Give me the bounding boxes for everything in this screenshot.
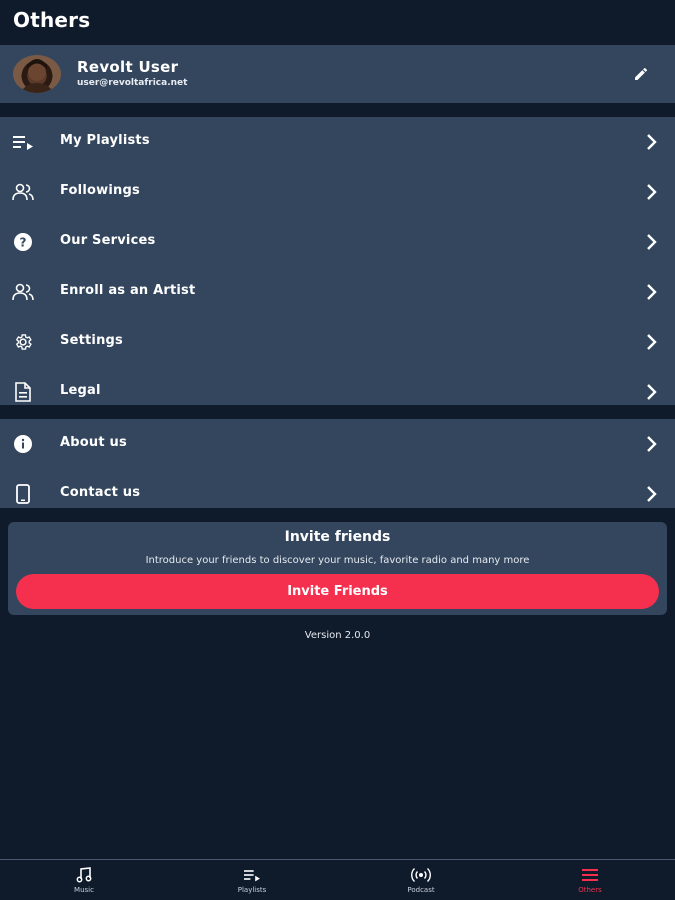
playlist-icon (12, 131, 34, 153)
menu-item-settings[interactable]: Settings (0, 317, 675, 367)
people-icon (12, 181, 34, 203)
chevron-right-icon (647, 284, 657, 300)
broadcast-icon (411, 866, 431, 884)
menu-item-my-playlists[interactable]: My Playlists (0, 117, 675, 167)
tab-podcast[interactable]: Podcast (381, 866, 461, 894)
avatar[interactable] (13, 55, 61, 93)
others-screen: Others Revolt User user@revoltafrica.net… (0, 0, 675, 900)
version-label: Version 2.0.0 (304, 630, 371, 641)
pencil-icon (635, 67, 648, 80)
people-icon (12, 281, 34, 303)
bottom-nav: Music Playlists Podcast Others (0, 859, 675, 900)
invite-description: Introduce your friends to discover your … (145, 555, 530, 566)
menu-item-enroll-artist[interactable]: Enroll as an Artist (0, 267, 675, 317)
chevron-right-icon (647, 436, 657, 452)
tab-label: Podcast (407, 886, 435, 894)
chevron-right-icon (647, 334, 657, 350)
tab-label: Playlists (237, 886, 267, 894)
invite-card: Invite friends Introduce your friends to… (8, 522, 667, 615)
svg-text:?: ? (20, 236, 27, 250)
menu-item-label: Followings (60, 183, 140, 198)
page-title: Others (13, 8, 91, 32)
tab-label: Others (578, 886, 602, 894)
chevron-right-icon (647, 486, 657, 502)
menu-item-our-services[interactable]: ? Our Services (0, 217, 675, 267)
menu-group-primary: My Playlists Followings ? Our Services E… (0, 117, 675, 405)
menu-item-legal[interactable]: Legal (0, 367, 675, 417)
menu-group-secondary: About us Contact us (0, 419, 675, 508)
tab-label: Music (74, 886, 94, 894)
music-note-icon (74, 866, 94, 884)
tab-playlists[interactable]: Playlists (212, 866, 292, 894)
menu-item-about-us[interactable]: About us (0, 419, 675, 469)
menu-item-followings[interactable]: Followings (0, 167, 675, 217)
menu-item-label: About us (60, 435, 127, 450)
menu-item-label: Enroll as an Artist (60, 283, 196, 298)
chevron-right-icon (647, 134, 657, 150)
menu-item-label: Our Services (60, 233, 156, 248)
profile-card[interactable]: Revolt User user@revoltafrica.net (0, 45, 675, 103)
phone-icon (12, 483, 34, 505)
menu-item-label: My Playlists (60, 133, 150, 148)
profile-email: user@revoltafrica.net (77, 78, 188, 88)
edit-profile-button[interactable] (630, 63, 652, 85)
chevron-right-icon (647, 184, 657, 200)
gear-icon (12, 331, 34, 353)
menu-item-contact-us[interactable]: Contact us (0, 469, 675, 519)
profile-name: Revolt User (77, 58, 179, 76)
tab-others[interactable]: Others (550, 866, 630, 894)
menu-item-label: Contact us (60, 485, 141, 500)
menu-item-label: Legal (60, 383, 101, 398)
help-circle-icon: ? (12, 231, 34, 253)
invite-title: Invite friends (284, 529, 391, 545)
chevron-right-icon (647, 384, 657, 400)
playlist-icon (242, 866, 262, 884)
document-icon (12, 381, 34, 403)
info-icon (12, 433, 34, 455)
chevron-right-icon (647, 234, 657, 250)
invite-friends-button[interactable]: Invite Friends (16, 574, 659, 609)
menu-item-label: Settings (60, 333, 123, 348)
menu-icon (580, 866, 600, 884)
tab-music[interactable]: Music (44, 866, 124, 894)
